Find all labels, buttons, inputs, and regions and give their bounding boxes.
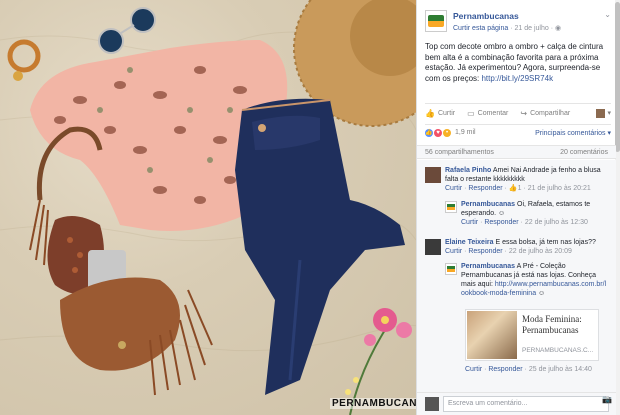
comment-author[interactable]: Elaine Teixeira bbox=[445, 239, 494, 246]
flatlay-illustration bbox=[0, 0, 416, 415]
user-avatar bbox=[596, 108, 606, 118]
post-as-selector[interactable]: ▾ bbox=[596, 108, 611, 118]
comment-label: Comentar bbox=[477, 109, 509, 117]
comment-emoji: ☺ bbox=[536, 290, 546, 297]
post-header: Pernambucanas Curtir esta página · 21 de… bbox=[425, 8, 611, 36]
post-date[interactable]: · 21 de julho · bbox=[510, 25, 553, 32]
post-side-panel: Pernambucanas Curtir esta página · 21 de… bbox=[416, 0, 620, 415]
camera-icon[interactable]: 📷 bbox=[602, 395, 612, 404]
reply-item: Pernambucanas Oi, Rafaela, estamos te es… bbox=[445, 200, 611, 230]
like-page-link[interactable]: Curtir esta página bbox=[453, 25, 508, 32]
comment-meta: Curtir · Responder · 👍1 · 21 de julho às… bbox=[445, 185, 591, 192]
commenter-avatar[interactable] bbox=[425, 167, 441, 183]
photo-brand-watermark: PERNAMBUCANAS bbox=[330, 398, 416, 409]
comments-count[interactable]: 20 comentários bbox=[560, 149, 608, 156]
chevron-down-icon[interactable]: ⌄ bbox=[604, 10, 611, 19]
comment-like-link[interactable]: Curtir bbox=[445, 185, 462, 192]
love-reaction-icon[interactable]: ♥ bbox=[434, 128, 442, 137]
comment-meta: Curtir · Responder · 25 de julho às 14:4… bbox=[465, 366, 592, 373]
comment-reply-link[interactable]: Responder bbox=[468, 248, 502, 255]
comment-like-link[interactable]: Curtir bbox=[461, 219, 478, 226]
comment-button[interactable]: ▭ Comentar bbox=[467, 109, 508, 118]
thumbs-up-icon: 👍 bbox=[508, 185, 518, 192]
comment-reply-link[interactable]: Responder bbox=[488, 366, 522, 373]
reaction-count[interactable]: 1,9 mil bbox=[455, 129, 476, 136]
comment-author[interactable]: Pernambucanas bbox=[461, 263, 515, 270]
chevron-down-icon: ▾ bbox=[607, 110, 611, 117]
page-reply-avatar[interactable] bbox=[445, 201, 457, 213]
like-button[interactable]: 👍 Curtir bbox=[425, 109, 455, 118]
share-button[interactable]: ↪ Compartilhar bbox=[520, 109, 570, 118]
comment-author[interactable]: Rafaela Pinho bbox=[445, 167, 491, 174]
comments-list: Rafaela Pinho Amei Nai Andrade ja fenho … bbox=[417, 160, 616, 392]
comment-item: Elaine Teixeira E essa bolsa, já tem nas… bbox=[425, 238, 611, 262]
comment-item: Rafaela Pinho Amei Nai Andrade ja fenho … bbox=[425, 166, 611, 196]
scrollbar-thumb[interactable] bbox=[615, 2, 620, 152]
current-user-avatar bbox=[425, 397, 439, 411]
page-reply-avatar[interactable] bbox=[445, 263, 457, 275]
comment-author[interactable]: Pernambucanas bbox=[461, 201, 515, 208]
post-caption: Top com decote ombro a ombro + calça de … bbox=[425, 42, 611, 84]
page-avatar[interactable] bbox=[425, 10, 447, 32]
post-actions-bar: 👍 Curtir ▭ Comentar ↪ Compartilhar ▾ bbox=[425, 103, 611, 119]
like-label: Curtir bbox=[437, 109, 456, 117]
comment-time[interactable]: 22 de julho às 20:09 bbox=[509, 248, 572, 255]
thumbs-up-icon: 👍 bbox=[425, 108, 435, 118]
post-photo[interactable]: PERNAMBUCANAS bbox=[0, 0, 416, 415]
like-reaction-icon[interactable]: 👍 bbox=[425, 128, 433, 137]
link-preview-card[interactable]: Moda Feminina: Pernambucanas PERNAMBUCAN… bbox=[465, 309, 599, 361]
comment-meta: Curtir · Responder · 22 de julho às 12:3… bbox=[461, 219, 588, 226]
link-preview-domain: PERNAMBUCANAS.C... bbox=[522, 347, 594, 354]
reply-item: Pernambucanas A Pré - Coleção Pernambuca… bbox=[445, 262, 611, 306]
post-link[interactable]: http://bit.ly/29SR74k bbox=[481, 74, 553, 83]
globe-icon: ◉ bbox=[554, 25, 562, 32]
comment-text: E essa bolsa, já tem nas lojas?? bbox=[493, 239, 596, 246]
link-preview-image bbox=[467, 311, 517, 359]
comment-time[interactable]: 22 de julho às 12:30 bbox=[525, 219, 588, 226]
comment-reply-link[interactable]: Responder bbox=[484, 219, 518, 226]
comment-sort-dropdown[interactable]: Principais comentários ▾ bbox=[535, 129, 611, 137]
shares-count[interactable]: 56 compartilhamentos bbox=[425, 149, 494, 156]
page-subline: Curtir esta página · 21 de julho · ◉ bbox=[453, 24, 561, 32]
comment-reply-link[interactable]: Responder bbox=[468, 185, 502, 192]
bracelet bbox=[7, 39, 41, 81]
comment-icon: ▭ bbox=[467, 108, 475, 118]
comment-like-link[interactable]: Curtir bbox=[445, 248, 462, 255]
share-label: Compartilhar bbox=[530, 109, 571, 117]
page-name[interactable]: Pernambucanas bbox=[453, 11, 519, 21]
link-preview-title: Moda Feminina: Pernambucanas bbox=[522, 314, 582, 335]
stats-row: 56 compartilhamentos 20 comentários bbox=[417, 145, 616, 159]
commenter-avatar[interactable] bbox=[425, 239, 441, 255]
comment-composer: Escreva um comentário... 📷 bbox=[417, 392, 616, 415]
comment-time[interactable]: 21 de julho às 20:21 bbox=[528, 185, 591, 192]
comment-meta: Curtir · Responder · 22 de julho às 20:0… bbox=[445, 248, 572, 255]
share-icon: ↪ bbox=[520, 108, 528, 118]
reactions-row: 👍 ♥ • 1,9 mil Principais comentários ▾ bbox=[425, 124, 611, 138]
comment-like-link[interactable]: Curtir bbox=[465, 366, 482, 373]
comment-time[interactable]: 25 de julho às 14:40 bbox=[529, 366, 592, 373]
wow-reaction-icon[interactable]: • bbox=[443, 128, 451, 137]
comment-input[interactable]: Escreva um comentário... bbox=[443, 396, 609, 412]
comment-like-count[interactable]: 1 bbox=[518, 185, 522, 192]
